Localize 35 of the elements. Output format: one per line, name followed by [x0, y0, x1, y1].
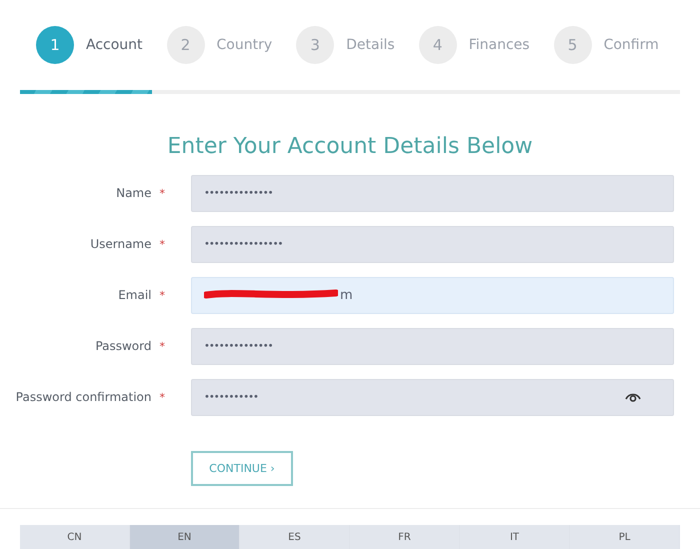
step-label[interactable]: Country — [216, 37, 272, 53]
eye-icon[interactable] — [625, 391, 641, 403]
field-label: Username — [90, 237, 152, 251]
language-tab[interactable]: ES — [240, 525, 350, 549]
field-value: m — [340, 288, 353, 302]
field-value: •••••••••••••• — [204, 188, 273, 198]
field-label: Email — [118, 288, 152, 302]
required-mark: * — [160, 238, 165, 250]
field-label: Name — [116, 186, 152, 200]
input-field[interactable]: ••••••••••• — [191, 378, 674, 416]
input-field[interactable]: •••••••••••••• — [191, 174, 674, 212]
language-tab[interactable]: EN — [130, 525, 240, 549]
continue-button[interactable]: CONTINUE › — [191, 450, 293, 486]
required-mark: * — [160, 186, 165, 200]
field-label: Password confirmation — [16, 390, 152, 404]
language-tab[interactable]: FR — [350, 525, 460, 549]
input-field[interactable]: •••••••••••••••• — [191, 226, 674, 262]
step-label[interactable]: Confirm — [604, 37, 659, 53]
step-label[interactable]: Account — [86, 37, 143, 53]
input-field[interactable]: •••••••••••••• — [191, 328, 674, 364]
language-tab[interactable]: IT — [460, 525, 570, 549]
step-label[interactable]: Finances — [468, 37, 530, 53]
step-number[interactable]: 1 — [36, 26, 74, 64]
form-title: Enter Your Account Details Below — [166, 134, 534, 158]
language-tab[interactable]: CN — [20, 525, 130, 549]
input-field[interactable]: m — [191, 276, 674, 314]
language-tab[interactable]: PL — [570, 525, 680, 549]
field-value: •••••••••••••••• — [204, 238, 282, 250]
required-mark: * — [160, 390, 165, 404]
field-value: •••••••••••••• — [204, 340, 273, 352]
field-value: ••••••••••• — [204, 392, 258, 402]
field-label: Password — [95, 339, 152, 353]
required-mark: * — [160, 340, 165, 352]
required-mark: * — [160, 288, 165, 302]
step-label[interactable]: Details — [346, 37, 395, 53]
